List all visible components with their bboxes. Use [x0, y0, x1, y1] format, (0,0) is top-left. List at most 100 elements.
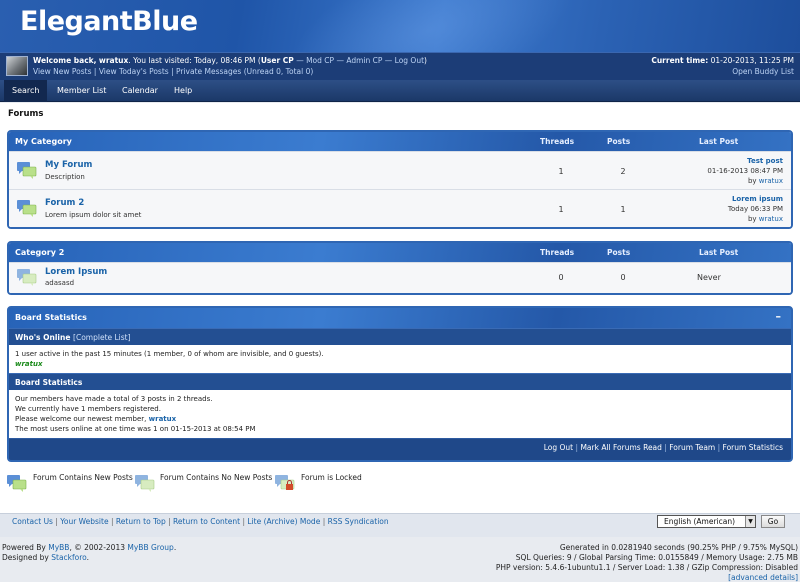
last-post: Test post 01-16-2013 08:47 PM by wratux [707, 156, 783, 186]
username[interactable]: wratux [99, 56, 128, 65]
forum-description: Lorem ipsum dolor sit amet [45, 211, 142, 219]
nav-tab-member-list[interactable]: Member List [49, 80, 114, 102]
rss-link[interactable]: RSS Syndication [328, 517, 389, 526]
last-post-title[interactable]: Lorem ipsum [728, 194, 783, 204]
complete-list-link[interactable]: [Complete List] [73, 333, 131, 342]
footer-links: Contact Us | Your Website | Return to To… [12, 517, 389, 526]
col-threads: Threads [540, 137, 575, 146]
stackforo-link[interactable]: Stackforo [51, 553, 86, 562]
sep: | [110, 517, 114, 526]
sep: | [322, 517, 326, 526]
logout-link[interactable]: Log Out [544, 443, 573, 452]
forum-threads: 1 [558, 205, 564, 214]
go-button[interactable]: Go [761, 515, 785, 528]
advanced-details-link[interactable]: [advanced details] [496, 573, 798, 582]
forum-threads: 0 [558, 273, 564, 282]
forum-statistics-link[interactable]: Forum Statistics [723, 443, 783, 452]
header-shine [265, 0, 595, 52]
main-content: Forums My Category Threads Posts Last Po… [0, 103, 800, 513]
col-posts: Posts [607, 248, 631, 257]
sep: | [93, 67, 97, 76]
locked-legend-icon [275, 475, 295, 490]
last-post-author[interactable]: wratux [759, 215, 783, 223]
view-todays-posts-link[interactable]: View Today's Posts [99, 67, 169, 76]
logout-link[interactable]: Log Out [395, 56, 424, 65]
new-posts-legend-icon [7, 475, 27, 492]
forum-team-link[interactable]: Forum Team [669, 443, 715, 452]
forum-name[interactable]: My Forum [45, 160, 92, 170]
category-table: Category 2 Threads Posts Last Post Lorem… [7, 241, 793, 295]
forum-legend: Forum Contains New Posts Forum Contains … [0, 466, 800, 496]
nav-tab-search[interactable]: Search [4, 80, 48, 102]
forum-posts: 2 [620, 167, 626, 176]
panel-links: View New Posts | View Today's Posts | Pr… [33, 67, 313, 76]
forum-row: My Forum Description 1 2 Test post 01-16… [9, 151, 791, 189]
col-last-post: Last Post [699, 137, 739, 146]
language-value: English (American) [664, 517, 736, 526]
mod-cp-link[interactable]: Mod CP [306, 56, 334, 65]
last-post-author[interactable]: wratux [759, 177, 783, 185]
forum-new-posts-icon [17, 162, 37, 179]
board-stats-header: Board Statistics – [9, 308, 791, 328]
stats-header: Board Statistics [9, 373, 791, 390]
category-name[interactable]: My Category [15, 137, 72, 146]
mybb-link[interactable]: MyBB [48, 543, 69, 552]
stats-line: Please welcome our newest member, [15, 415, 147, 423]
last-post-date: Today 06:33 PM [727, 205, 783, 213]
lite-mode-link[interactable]: Lite (Archive) Mode [247, 517, 320, 526]
stats-body: Our members have made a total of 3 posts… [9, 390, 791, 438]
admin-cp-link[interactable]: Admin CP [346, 56, 382, 65]
collapse-icon[interactable]: – [776, 310, 782, 323]
whos-online-header: Who's Online [Complete List] [9, 328, 791, 345]
last-post-date: 01-16-2013 08:47 PM [707, 167, 783, 175]
forum-name[interactable]: Forum 2 [45, 198, 84, 208]
nav-tab-calendar[interactable]: Calendar [114, 80, 166, 102]
category-name[interactable]: Category 2 [15, 248, 64, 257]
forum-posts: 0 [620, 273, 626, 282]
dash: — [384, 56, 393, 65]
mark-forums-read-link[interactable]: Mark All Forums Read [580, 443, 661, 452]
contact-us-link[interactable]: Contact Us [12, 517, 53, 526]
legend-locked: Forum is Locked [301, 473, 362, 482]
forum-no-new-posts-icon [17, 269, 37, 286]
forum-row: Lorem Ipsum adasasd 0 0 Never [9, 262, 791, 293]
chevron-down-icon[interactable]: ▼ [745, 516, 755, 527]
php-info: PHP version: 5.4.6-1ubuntu1.1 / Server L… [495, 563, 798, 572]
last-post-title[interactable]: Test post [707, 156, 783, 166]
forum-name[interactable]: Lorem Ipsum [45, 267, 107, 277]
col-posts: Posts [607, 137, 631, 146]
col-threads: Threads [540, 248, 575, 257]
no-new-posts-legend-icon [135, 475, 155, 492]
whos-online-body: 1 user active in the past 15 minutes (1 … [9, 345, 791, 373]
return-to-content-link[interactable]: Return to Content [173, 517, 240, 526]
breadcrumb[interactable]: Forums [8, 109, 43, 119]
designed-by: Designed by [2, 553, 49, 562]
pm-count: (Unread 0, Total 0) [243, 67, 314, 76]
private-messages-link[interactable]: Private Messages [176, 67, 241, 76]
nav-tab-help[interactable]: Help [166, 80, 200, 102]
return-to-top-link[interactable]: Return to Top [116, 517, 166, 526]
your-website-link[interactable]: Your Website [60, 517, 108, 526]
open-buddy-list-link[interactable]: Open Buddy List [732, 67, 794, 76]
last-post-by: by [747, 177, 757, 185]
mybb-group-link[interactable]: MyBB Group [127, 543, 173, 552]
newest-member-link[interactable]: wratux [149, 415, 177, 423]
language-select[interactable]: English (American) ▼ [657, 515, 756, 528]
avatar[interactable] [6, 56, 28, 76]
board-stats-table: Board Statistics – Who's Online [Complet… [7, 306, 793, 462]
stats-line: The most users online at one time was 1 … [15, 425, 256, 433]
forum-posts: 1 [620, 205, 626, 214]
last-post-by: by [747, 215, 757, 223]
last-post: Lorem ipsum Today 06:33 PM by wratux [728, 194, 783, 224]
sep: | [664, 443, 667, 452]
current-time-value: 01-20-2013, 11:25 PM [710, 56, 794, 65]
online-user-link[interactable]: wratux [15, 359, 785, 369]
category-header: Category 2 Threads Posts Last Post [9, 243, 791, 262]
site-header: ElegantBlue [0, 0, 800, 52]
view-new-posts-link[interactable]: View New Posts [33, 67, 92, 76]
last-visit: . You last visited: Today, 08:46 PM ( [128, 56, 261, 65]
site-logo[interactable]: ElegantBlue [20, 6, 198, 37]
generated-info: Generated in 0.0281940 seconds (90.25% P… [559, 543, 798, 552]
user-cp-link[interactable]: User CP [261, 56, 294, 65]
sep: | [575, 443, 579, 452]
